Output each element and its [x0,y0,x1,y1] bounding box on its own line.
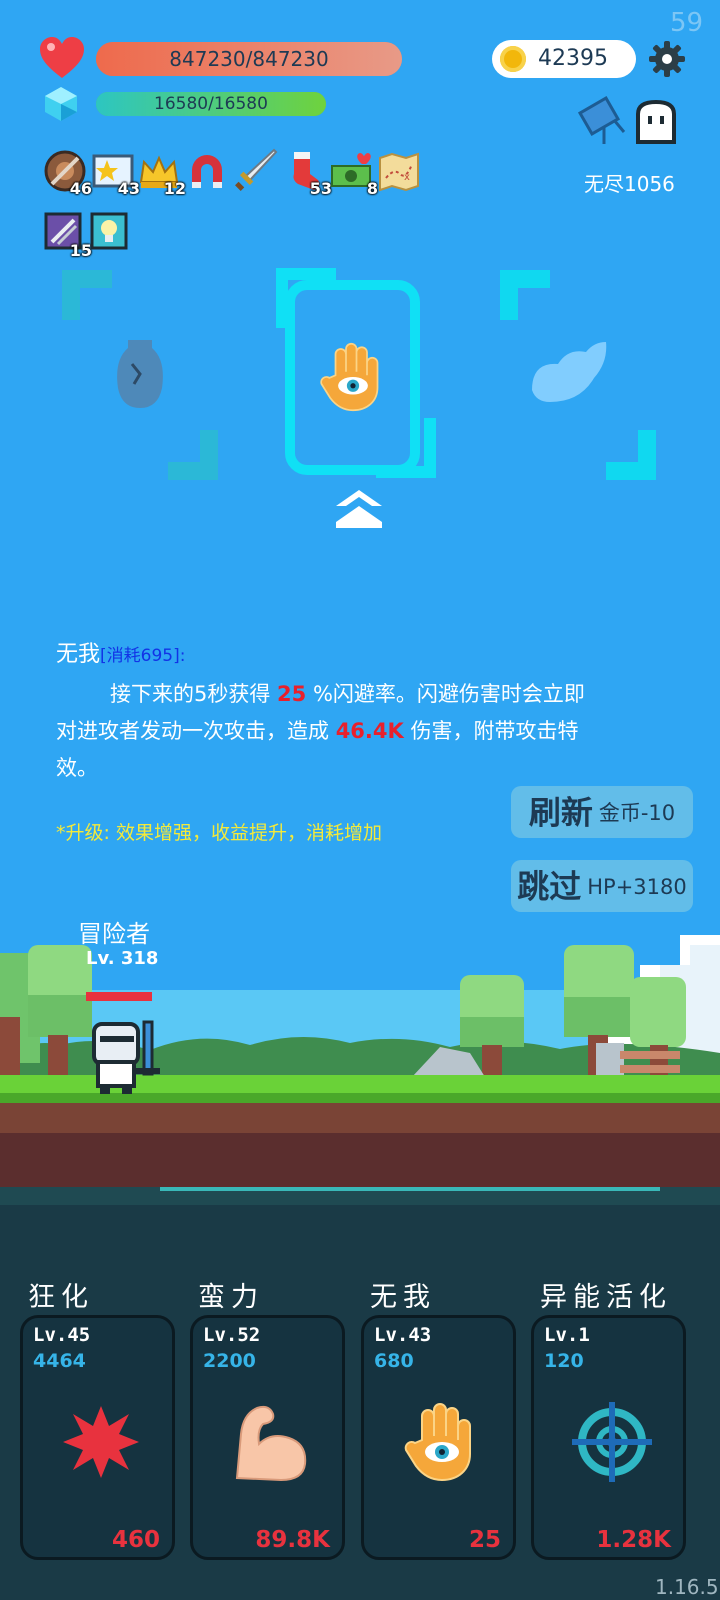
character-name: 冒险者 [78,920,150,948]
crown-item-count: 12 [163,179,186,198]
skill-description-title: 无我[消耗695]: [56,636,185,668]
gear-icon[interactable] [648,40,686,82]
crown-item[interactable]: 12 [138,150,186,198]
damage-value: 46.4K [335,719,404,743]
skip-label: 跳过 [517,867,582,906]
eye-hand-icon [318,340,388,414]
coin-icon [500,46,526,72]
desc-line-2-a: 对进攻者发动一次攻击，造成 [56,719,336,743]
skill-name: 无我 [56,642,101,667]
skill-mana: 120 [544,1350,584,1372]
coin-counter: 42395 [492,40,636,78]
character-level: Lv. 318 [86,948,159,969]
refresh-cost: 金币-10 [598,800,676,825]
character-hp-fill [86,992,152,1001]
hp-bar: 847230/847230 [96,42,402,76]
star-card-item-count: 43 [117,179,140,198]
fps-counter: 59 [670,8,704,38]
skill-mana: 4464 [33,1350,86,1372]
skill-description-body: 接下来的5秒获得 25 %闪避率。闪避伤害时会立即 对进攻者发动一次攻击，造成 … [56,676,676,787]
dodge-rate-value: 25 [277,682,307,706]
crystal-icon [44,86,78,126]
character-hp-bar [86,992,152,1001]
shield-item-count: 46 [69,179,92,198]
skill-card-selflessness[interactable]: Lv.43 680 25 [361,1315,516,1560]
svg-text:x: x [404,172,410,183]
sock-item-count: 53 [309,179,332,198]
refresh-label: 刷新 [528,793,593,832]
skill-mana: 680 [374,1350,414,1372]
heart-icon [38,36,86,84]
treasure-map-icon: x [379,152,419,192]
magnet-item[interactable] [186,150,228,192]
skill-cost-prefix: [ [100,646,107,666]
skip-reward: HP+3180 [587,874,687,899]
knight-character [92,1020,160,1094]
mana-value: 16580/16580 [154,94,268,114]
desc-line-3: 效。 [56,756,98,780]
coin-value: 42395 [538,46,608,71]
broken-vase-icon [117,340,163,408]
target-icon [572,1402,652,1482]
cash-heart-item[interactable]: 8 [330,150,378,198]
upgrade-note: *升级: 效果增强，收益提升，消耗增加 [56,822,382,844]
skill-level: Lv.52 [203,1324,261,1346]
map-pin-icon[interactable] [576,96,628,152]
choice-slot-left[interactable] [62,270,218,480]
skill-level: Lv.45 [33,1324,91,1346]
star-card-item[interactable]: 43 [92,150,140,198]
skill-card-brute-force[interactable]: Lv.52 2200 89.8K [190,1315,345,1560]
skill-title-selflessness: 无我 [370,1282,436,1313]
burst-icon [63,1406,139,1478]
eye-hand-icon [402,1400,482,1484]
cash-heart-item-count: 8 [366,179,378,198]
bulb-icon [90,212,128,250]
skill-card-ability-activation[interactable]: Lv.1 120 1.28K [531,1315,686,1560]
ghost-icon[interactable] [632,98,680,150]
mana-bar: 16580/16580 [96,92,326,116]
muscle-arm-icon [235,1405,307,1482]
choice-slot-right[interactable] [500,270,656,480]
desc-line-1-a: 接下来的5秒获得 [110,682,278,706]
desc-line-2-b: 伤害，附带攻击特 [403,719,579,743]
skill-title-berserk: 狂化 [28,1282,94,1313]
refresh-button[interactable]: 刷新 金币-10 [511,786,693,838]
skip-button[interactable]: 跳过 HP+3180 [511,860,693,912]
blade-card-item-count: 15 [69,241,92,260]
skill-card-berserk[interactable]: Lv.45 4464 460 [20,1315,175,1560]
endless-mode-label: 无尽1056 [584,172,675,196]
sword-item[interactable] [234,148,278,191]
version-label: 1.16.5 [655,1575,719,1599]
desc-line-1: 接下来的5秒获得 25 %闪避率。闪避伤害时会立即 [56,676,676,713]
skill-title-ability-activation: 异能活化 [540,1282,672,1313]
skill-cost: 25 [468,1527,501,1553]
skill-cost: 1.28K [596,1527,671,1553]
skill-level: Lv.43 [374,1324,432,1346]
treasure-map-item[interactable]: x [378,150,420,192]
skill-level: Lv.1 [544,1324,590,1346]
hp-value: 847230/847230 [169,47,329,71]
desc-line-2: 对进攻者发动一次攻击，造成 46.4K 伤害，附带攻击特 [56,713,676,750]
magnet-icon [192,155,222,188]
skill-cost: 460 [111,1527,160,1553]
wing-icon [532,342,607,402]
skill-mana: 2200 [203,1350,256,1372]
skill-cost-suffix: ]: [173,646,186,666]
sword-icon [235,148,278,191]
sock-item[interactable]: 53 [284,150,332,198]
skill-cost: 消耗695 [106,646,174,666]
blade-card-item[interactable]: 15 [44,212,92,260]
bulb-item[interactable] [90,212,132,254]
skill-cost: 89.8K [255,1527,330,1553]
skill-title-brute-force: 蛮力 [198,1282,264,1313]
desc-line-1-b: %闪避率。闪避伤害时会立即 [306,682,585,706]
select-up-arrow-icon[interactable] [336,490,382,528]
shield-item[interactable]: 46 [44,150,92,198]
